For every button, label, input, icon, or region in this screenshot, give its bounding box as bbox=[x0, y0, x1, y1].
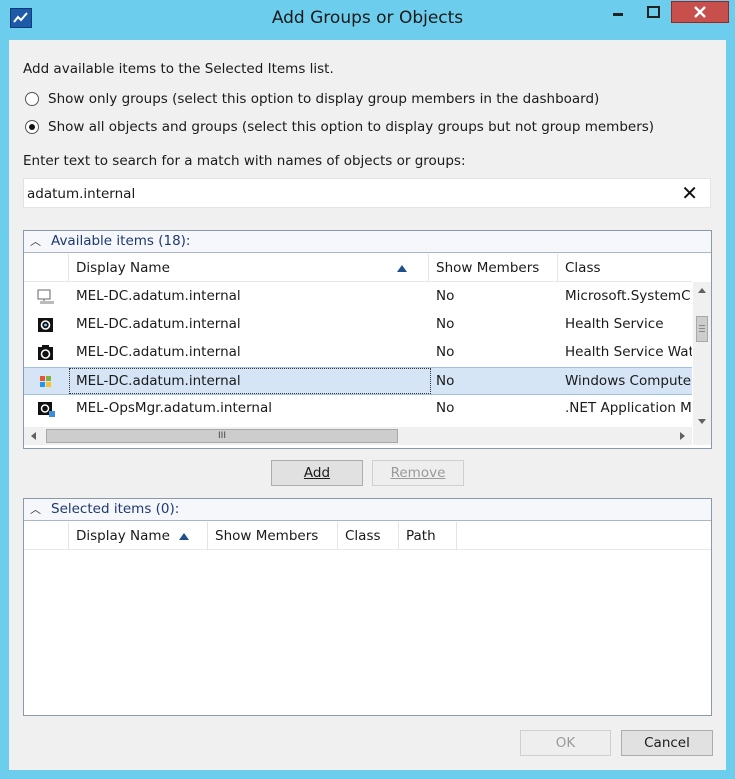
minimize-button[interactable] bbox=[601, 1, 635, 23]
radio-show-all[interactable] bbox=[25, 120, 39, 134]
selected-column-headers: Display Name Show Members Class Path bbox=[24, 522, 711, 550]
column-header-display-name[interactable]: Display Name bbox=[69, 522, 208, 550]
column-header-show-members[interactable]: Show Members bbox=[429, 254, 558, 282]
available-column-headers: Display Name Show Members Class bbox=[24, 254, 692, 282]
health-service-icon bbox=[38, 318, 53, 332]
available-items-header[interactable]: ︿ Available items (18): bbox=[24, 231, 711, 253]
ok-button[interactable]: OK bbox=[520, 730, 611, 756]
remove-button[interactable]: Remove bbox=[372, 460, 464, 486]
dialog-window: Add Groups or Objects Add available item… bbox=[0, 0, 735, 779]
selected-items-header[interactable]: ︿ Selected items (0): bbox=[24, 499, 711, 521]
table-row[interactable]: MEL-DC.adatum.internal No Health Service… bbox=[24, 339, 692, 367]
cell-class: Microsoft.SystemC bbox=[565, 288, 691, 304]
collapse-chevron-icon[interactable]: ︿ bbox=[30, 233, 41, 249]
scroll-up-icon[interactable] bbox=[693, 284, 711, 298]
selected-items-panel: ︿ Selected items (0): Display Name Show … bbox=[23, 498, 712, 716]
vertical-scrollbar[interactable] bbox=[693, 282, 711, 430]
search-input[interactable] bbox=[27, 184, 667, 204]
cell-class: Windows Compute bbox=[565, 373, 692, 389]
title-bar[interactable]: Add Groups or Objects bbox=[0, 0, 735, 40]
radio-show-only-groups[interactable] bbox=[25, 92, 39, 106]
cell-class: Health Service bbox=[565, 316, 664, 332]
option-show-only-groups[interactable]: Show only groups (select this option to … bbox=[25, 91, 599, 107]
intro-text: Add available items to the Selected Item… bbox=[23, 61, 334, 77]
column-header-icon[interactable] bbox=[24, 522, 69, 550]
search-prompt: Enter text to search for a match with na… bbox=[23, 153, 466, 169]
health-service-watcher-icon bbox=[38, 345, 53, 360]
close-button[interactable] bbox=[671, 1, 729, 23]
available-items-panel: ︿ Available items (18): Display Name Sho… bbox=[23, 230, 712, 449]
computer-monitor-icon bbox=[37, 289, 54, 304]
cell-class: .NET Application M bbox=[565, 400, 692, 416]
scroll-left-icon[interactable] bbox=[27, 427, 41, 445]
horizontal-scroll-thumb[interactable]: III bbox=[46, 429, 398, 443]
close-icon bbox=[694, 6, 706, 18]
table-row[interactable]: MEL-DC.adatum.internal No Health Service bbox=[24, 311, 692, 339]
table-row[interactable]: MEL-DC.adatum.internal No Microsoft.Syst… bbox=[24, 283, 692, 311]
vertical-scroll-thumb[interactable] bbox=[696, 316, 708, 342]
cell-show-members: No bbox=[436, 373, 455, 389]
collapse-chevron-icon[interactable]: ︿ bbox=[30, 501, 41, 517]
dialog-body: Add available items to the Selected Item… bbox=[9, 40, 726, 770]
scroll-right-icon[interactable] bbox=[675, 427, 689, 445]
cell-display-name: MEL-DC.adatum.internal bbox=[76, 344, 241, 360]
cell-display-name: MEL-DC.adatum.internal bbox=[69, 368, 431, 394]
net-app-icon bbox=[38, 402, 55, 417]
maximize-button[interactable] bbox=[637, 1, 669, 23]
table-row-selected[interactable]: MEL-DC.adatum.internal No Windows Comput… bbox=[24, 367, 692, 395]
add-button[interactable]: Add bbox=[271, 460, 363, 486]
selected-items-list[interactable] bbox=[24, 551, 711, 715]
cell-show-members: No bbox=[436, 400, 455, 416]
column-header-path[interactable]: Path bbox=[399, 522, 457, 550]
cell-class: Health Service Wat bbox=[565, 344, 692, 360]
maximize-icon bbox=[646, 6, 660, 18]
cell-show-members: No bbox=[436, 288, 455, 304]
selected-items-title: Selected items (0): bbox=[51, 501, 180, 517]
cell-display-name: MEL-DC.adatum.internal bbox=[76, 316, 241, 332]
option-label: Show only groups (select this option to … bbox=[48, 91, 600, 107]
option-label: Show all objects and groups (select this… bbox=[48, 119, 655, 135]
table-row[interactable]: MEL-OpsMgr.adatum.internal No .NET Appli… bbox=[24, 395, 692, 423]
scroll-corner bbox=[693, 427, 711, 445]
option-show-all[interactable]: Show all objects and groups (select this… bbox=[25, 119, 654, 135]
windows-computer-icon bbox=[40, 376, 51, 387]
search-box[interactable]: ✕ bbox=[23, 178, 711, 208]
scroll-down-icon[interactable] bbox=[693, 414, 711, 428]
clear-search-icon[interactable]: ✕ bbox=[681, 182, 698, 204]
minimize-icon bbox=[613, 13, 623, 16]
sort-ascending-icon bbox=[179, 533, 189, 540]
column-header-icon[interactable] bbox=[24, 254, 69, 282]
horizontal-scrollbar[interactable]: III bbox=[24, 427, 692, 445]
column-header-display-name[interactable]: Display Name bbox=[69, 254, 429, 282]
cell-display-name: MEL-DC.adatum.internal bbox=[76, 288, 241, 304]
cell-show-members: No bbox=[436, 316, 455, 332]
cancel-button[interactable]: Cancel bbox=[621, 730, 713, 756]
sort-ascending-icon bbox=[397, 265, 407, 272]
available-items-title: Available items (18): bbox=[51, 233, 191, 249]
column-header-class[interactable]: Class bbox=[338, 522, 399, 550]
cell-display-name: MEL-OpsMgr.adatum.internal bbox=[76, 400, 272, 416]
column-header-class[interactable]: Class bbox=[558, 254, 692, 282]
cell-show-members: No bbox=[436, 344, 455, 360]
column-header-show-members[interactable]: Show Members bbox=[208, 522, 338, 550]
